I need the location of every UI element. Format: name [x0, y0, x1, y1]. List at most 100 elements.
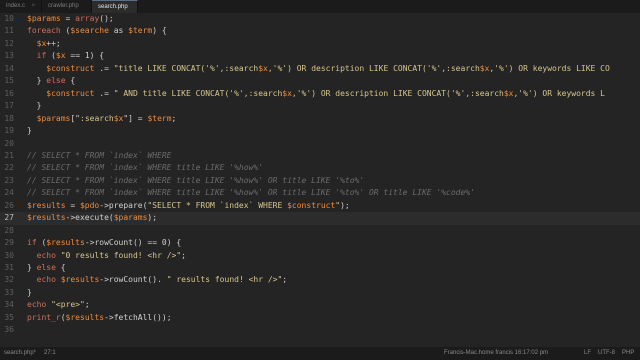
code-line[interactable]: 26 $results = $pdo->prepare("SELECT * FRO… [0, 200, 640, 212]
code-token: $params [36, 113, 71, 123]
code-text: $results->execute($params); [27, 212, 157, 224]
line-number: 10 [4, 14, 14, 23]
line-number: 17 [4, 101, 14, 111]
code-line[interactable]: 33} [0, 287, 640, 299]
status-encoding[interactable]: UTF-8 [598, 347, 615, 360]
status-language[interactable]: PHP [622, 347, 634, 360]
status-host-time: Francis-Mac.home francis 16:17:02 pm [444, 350, 549, 356]
status-line-ending[interactable]: LF [584, 347, 591, 360]
code-editor[interactable]: 10 $params = array(); 11 foreach ($searche … [0, 13, 640, 345]
code-token: ; [181, 250, 186, 260]
code-token: } [27, 263, 37, 272]
code-token: $x [282, 88, 292, 98]
code-text: } [27, 287, 32, 299]
code-token: ); [340, 200, 350, 210]
code-token: // SELECT * FROM `index` WHERE title LIK… [27, 188, 475, 198]
code-line[interactable]: 12 $x++; [0, 38, 640, 50]
tab-search-php[interactable]: search.php [92, 0, 138, 13]
code-text: $results = $pdo->prepare("SELECT * FROM … [27, 200, 350, 212]
code-token: ; [84, 300, 90, 310]
code-token: echo [36, 275, 56, 285]
code-line[interactable]: 34 echo "<pre>"; [0, 299, 640, 311]
code-token: $x [258, 63, 268, 73]
code-line[interactable]: 28 [0, 225, 640, 237]
code-line[interactable]: 20 [0, 138, 640, 150]
code-token: $results [27, 213, 66, 223]
code-token: ); [147, 213, 158, 223]
code-text: if ($x == 1) { [27, 50, 104, 62]
tab-label: index.c [6, 3, 26, 9]
code-token: ( [46, 51, 56, 61]
code-line[interactable]: 16 $construct .= " AND title LIKE CONCAT… [0, 88, 640, 100]
code-text: } else { [27, 75, 76, 87]
code-text: $construct .= "title LIKE CONCAT('%',:se… [27, 63, 610, 75]
code-line[interactable]: 35 print_r($results->fetchAll()); [0, 312, 640, 324]
tab-label: search.php [98, 4, 128, 10]
code-token: = [65, 200, 80, 210]
code-line[interactable]: 27 $results->execute($params); [0, 212, 640, 225]
code-line[interactable]: 19} [0, 125, 640, 137]
code-token: "0 results found! <hr />" [60, 250, 182, 260]
status-bar: search.php* 27:1 Francis-Mac.home franci… [0, 347, 640, 360]
code-text: } [27, 100, 42, 112]
code-text: echo "0 results found! <hr />"; [27, 250, 186, 262]
code-token: // SELECT * FROM `index` WHERE [27, 150, 172, 160]
status-file-name[interactable]: search.php* [4, 347, 36, 360]
code-token: if [27, 238, 37, 248]
code-token: $results [27, 200, 66, 210]
code-token: $params [27, 14, 61, 23]
line-number: 31 [4, 263, 14, 272]
code-line[interactable]: 30 echo "0 results found! <hr />"; [0, 250, 640, 262]
code-token: echo [27, 300, 47, 310]
code-line[interactable]: 32 echo $results->rowCount(). " results … [0, 274, 640, 286]
code-token: ->fetchAll()); [104, 312, 172, 322]
tab-label: crawler.php [48, 3, 79, 9]
code-token: } [27, 101, 42, 111]
code-token: $searche [70, 26, 109, 36]
tab-crawler-php[interactable]: crawler.php [42, 0, 92, 13]
code-line[interactable]: 23 // SELECT * FROM `index` WHERE title L… [0, 175, 640, 187]
code-text: if ($results->rowCount() == 0) { [27, 237, 181, 249]
code-text: } else { [27, 262, 66, 274]
status-cursor-position[interactable]: 27:1 [44, 347, 56, 360]
line-number: 23 [4, 175, 14, 185]
code-token: ,'%') OR keywords L [513, 88, 605, 98]
line-number: 35 [4, 312, 14, 322]
code-text: // SELECT * FROM `index` WHERE title LIK… [27, 162, 263, 174]
code-token: ->rowCount() == 0) { [84, 238, 182, 248]
tab-index-c[interactable]: index.c × [0, 0, 42, 13]
code-line[interactable]: 17 } [0, 100, 640, 112]
code-line[interactable]: 31 } else { [0, 262, 640, 274]
code-line[interactable]: 21 // SELECT * FROM `index` WHERE [0, 150, 640, 162]
close-icon[interactable]: × [31, 0, 35, 13]
line-number: 27 [4, 213, 14, 223]
code-line[interactable]: 36 [0, 324, 640, 336]
code-line[interactable]: 11 foreach ($searche as $term) { [0, 25, 640, 37]
code-line[interactable]: 29 if ($results->rowCount() == 0) { [0, 237, 640, 249]
code-line[interactable]: 22 // SELECT * FROM `index` WHERE title L… [0, 162, 640, 174]
code-token: foreach [27, 26, 61, 36]
code-token: " results found! <hr />" [166, 275, 283, 285]
code-line[interactable]: 14 $construct .= "title LIKE CONCAT('%',… [0, 63, 640, 75]
code-token: = [60, 14, 76, 23]
line-number: 34 [4, 300, 14, 310]
code-line[interactable]: 13 if ($x == 1) { [0, 50, 640, 62]
code-text: foreach ($searche as $term) { [27, 25, 167, 37]
code-line[interactable]: 18 $params[":search$x"] = $term; [0, 113, 640, 125]
line-number: 22 [4, 163, 14, 173]
code-token: "<pre>" [51, 300, 85, 310]
code-token: else [46, 76, 66, 86]
code-token: { [65, 76, 76, 86]
code-line[interactable]: 24 // SELECT * FROM `index` WHERE title L… [0, 187, 640, 199]
line-number: 36 [4, 325, 14, 335]
line-number: 24 [4, 188, 14, 198]
code-line[interactable]: 15 } else { [0, 75, 640, 87]
line-number: 29 [4, 238, 14, 248]
code-line[interactable]: 10 $params = array(); [0, 13, 640, 25]
code-text: // SELECT * FROM `index` WHERE [27, 150, 172, 162]
code-token: ; [171, 113, 177, 123]
